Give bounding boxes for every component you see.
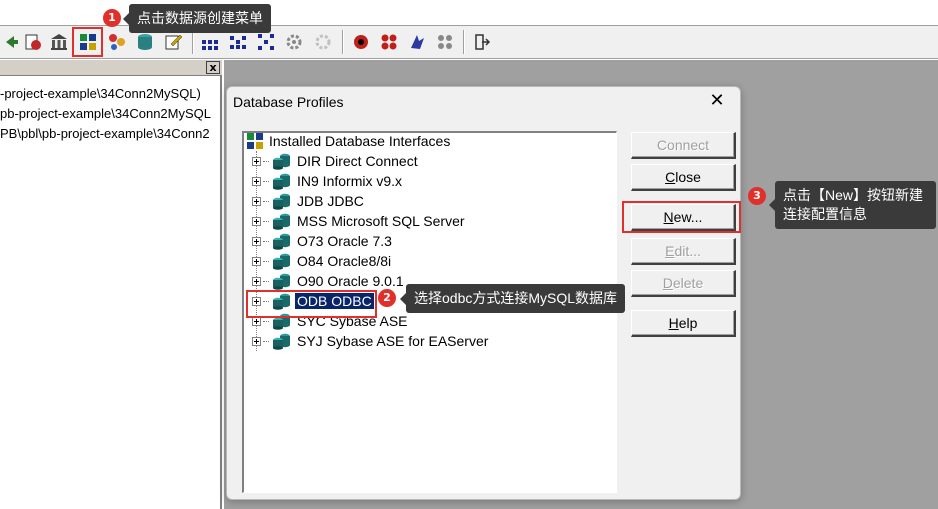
tree-item[interactable]: IN9 Informix v9.x <box>252 171 404 191</box>
grid-c-icon[interactable] <box>255 31 277 53</box>
toolbar-separator <box>463 30 465 54</box>
path-item[interactable]: pb-project-example\34Conn2MySQL <box>0 106 220 121</box>
close-icon[interactable]: x <box>206 61 220 74</box>
delete-button[interactable]: Delete <box>631 270 736 297</box>
grid-b-icon[interactable] <box>227 31 249 53</box>
callout-2: 选择odbc方式连接MySQL数据库 <box>399 284 626 313</box>
tree-item-label: JDB JDBC <box>297 193 364 209</box>
tree-connector <box>263 200 269 202</box>
tree-item[interactable]: MSS Microsoft SQL Server <box>252 211 467 231</box>
gear-network-icon[interactable] <box>283 31 305 53</box>
database-icon <box>273 153 290 170</box>
expand-icon[interactable] <box>252 196 261 206</box>
expand-icon[interactable] <box>252 176 261 186</box>
database-icon <box>273 233 290 250</box>
toolbar-separator <box>342 30 344 54</box>
gear-disabled-icon[interactable] <box>312 31 334 53</box>
tree-item-label: IN9 Informix v9.x <box>297 173 403 189</box>
tree-item-label: MSS Microsoft SQL Server <box>297 213 465 229</box>
database-icon <box>273 193 290 210</box>
tree-item-label: DIR Direct Connect <box>297 153 418 169</box>
step-badge-2: 2 <box>378 289 396 307</box>
database-icon <box>273 333 290 350</box>
step-badge-3: 3 <box>748 187 766 205</box>
expand-icon[interactable] <box>252 156 261 166</box>
expand-icon[interactable] <box>252 336 261 346</box>
callout-1: 点击数据源创建菜单 <box>123 4 271 33</box>
database-icon <box>273 273 290 290</box>
database-icon <box>273 173 290 190</box>
edit-button[interactable]: Edit... <box>631 238 736 265</box>
run-icon[interactable] <box>378 31 400 53</box>
callout-3: 点击【New】按钮新建连接配置信息 <box>769 181 936 229</box>
tree-item[interactable]: O73 Oracle 7.3 <box>252 231 394 251</box>
dialog-title: Database Profiles <box>233 94 344 110</box>
tree-root[interactable]: Installed Database Interfaces <box>246 131 452 151</box>
tree-item[interactable]: SYJ Sybase ASE for EAServer <box>252 331 490 351</box>
tree-connector <box>263 320 269 322</box>
connect-button[interactable]: Connect <box>631 132 736 159</box>
expand-icon[interactable] <box>252 216 261 226</box>
debug-icon[interactable] <box>350 31 372 53</box>
path-item[interactable]: PB\pbl\pb-project-example\34Conn2 <box>0 126 220 141</box>
bank-icon[interactable] <box>48 31 70 53</box>
tree-item-label: SYJ Sybase ASE for EAServer <box>297 333 489 349</box>
deploy-icon[interactable] <box>406 31 428 53</box>
tree-item[interactable]: O90 Oracle 9.0.1 <box>252 271 406 291</box>
library-panel: x -project-example\34Conn2MySQL) pb-proj… <box>0 60 222 509</box>
expand-icon[interactable] <box>252 236 261 246</box>
library-panel-header: x <box>0 60 222 76</box>
tree-item[interactable]: DIR Direct Connect <box>252 151 420 171</box>
tree-connector <box>263 220 269 222</box>
arrow-icon[interactable] <box>0 31 22 53</box>
tree-item[interactable]: JDB JDBC <box>252 191 366 211</box>
close-icon[interactable]: ✕ <box>704 90 730 112</box>
grid-a-icon[interactable] <box>199 31 221 53</box>
path-item[interactable]: -project-example\34Conn2MySQL) <box>0 86 220 101</box>
help-button[interactable]: Help <box>631 310 736 337</box>
edit-sql-icon[interactable] <box>162 31 184 53</box>
step-badge-1: 1 <box>103 9 121 27</box>
db-painter-icon[interactable] <box>106 31 128 53</box>
toolbar-separator <box>192 30 194 54</box>
exit-icon[interactable] <box>471 31 493 53</box>
highlight-box-3 <box>622 201 741 233</box>
tree-connector <box>263 280 269 282</box>
highlight-box-2 <box>246 290 377 318</box>
tree-connector <box>263 240 269 242</box>
build-icon[interactable] <box>434 31 456 53</box>
tree-item-label: O90 Oracle 9.0.1 <box>297 273 404 289</box>
close-button[interactable]: Close <box>631 164 736 191</box>
database-icon <box>273 253 290 270</box>
tree-item-label: O73 Oracle 7.3 <box>297 233 392 249</box>
db-cylinder-icon[interactable] <box>134 31 156 53</box>
expand-icon[interactable] <box>252 276 261 286</box>
tree-item[interactable]: O84 Oracle8/8i <box>252 251 393 271</box>
database-interfaces-icon <box>247 133 263 149</box>
tree-root-label: Installed Database Interfaces <box>269 133 451 149</box>
tree-connector <box>263 180 269 182</box>
tree-item-label: O84 Oracle8/8i <box>297 253 392 269</box>
library-icon[interactable] <box>22 31 44 53</box>
tree-connector <box>263 160 269 162</box>
tree-connector <box>263 260 269 262</box>
highlight-box-1 <box>72 27 103 57</box>
expand-icon[interactable] <box>252 256 261 266</box>
database-icon <box>273 213 290 230</box>
tree-connector <box>263 340 269 342</box>
